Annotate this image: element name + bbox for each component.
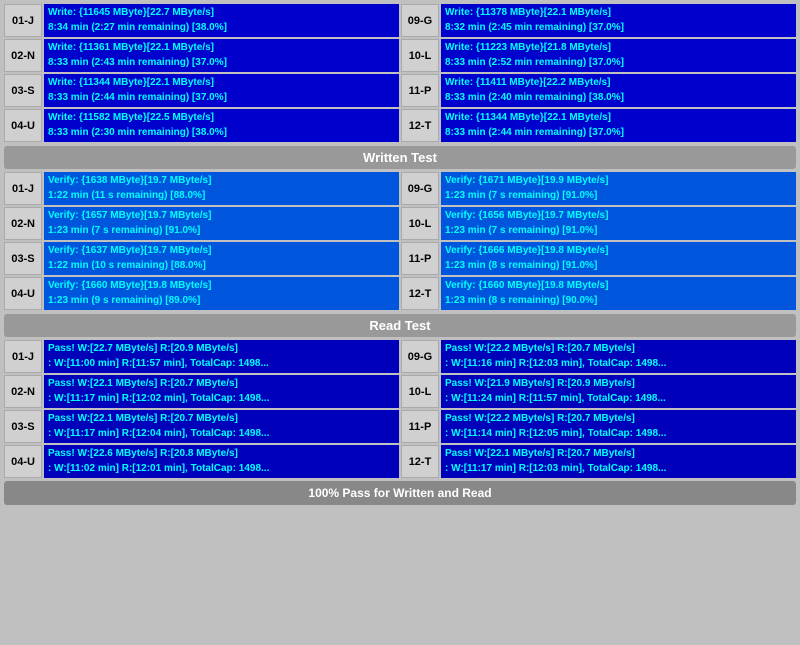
- pass-rows-label-3-right: 12-T: [401, 445, 439, 478]
- write-rows-content-0-right: Write: {11378 MByte}[22.1 MByte/s]8:32 m…: [441, 4, 796, 37]
- pass-rows-content-2-left: Pass! W:[22.1 MByte/s] R:[20.7 MByte/s]:…: [44, 410, 399, 443]
- pass-rows-row-2-right: 11-PPass! W:[22.2 MByte/s] R:[20.7 MByte…: [401, 410, 796, 443]
- pass-rows-label-0-right: 09-G: [401, 340, 439, 373]
- write-rows-label-1-left: 02-N: [4, 39, 42, 72]
- verify-rows-label-3-left: 04-U: [4, 277, 42, 310]
- bottom-bar: 100% Pass for Written and Read: [4, 481, 796, 505]
- verify-grid: 01-JVerify: {1638 MByte}[19.7 MByte/s]1:…: [4, 172, 796, 310]
- write-rows-label-0-left: 01-J: [4, 4, 42, 37]
- verify-rows-label-3-right: 12-T: [401, 277, 439, 310]
- verify-rows-row-3-right: 12-TVerify: {1660 MByte}[19.8 MByte/s]1:…: [401, 277, 796, 310]
- pass-rows-content-0-right: Pass! W:[22.2 MByte/s] R:[20.7 MByte/s]:…: [441, 340, 796, 373]
- write-rows-content-1-right: Write: {11223 MByte}[21.8 MByte/s]8:33 m…: [441, 39, 796, 72]
- pass-rows-content-1-right: Pass! W:[21.9 MByte/s] R:[20.9 MByte/s]:…: [441, 375, 796, 408]
- verify-rows-content-1-left: Verify: {1657 MByte}[19.7 MByte/s]1:23 m…: [44, 207, 399, 240]
- write-rows-content-0-left: Write: {11645 MByte}[22.7 MByte/s]8:34 m…: [44, 4, 399, 37]
- verify-rows-content-2-right: Verify: {1666 MByte}[19.8 MByte/s]1:23 m…: [441, 242, 796, 275]
- write-rows-row-2-right: 11-PWrite: {11411 MByte}[22.2 MByte/s]8:…: [401, 74, 796, 107]
- write-rows-label-2-left: 03-S: [4, 74, 42, 107]
- verify-rows-row-1-right: 10-LVerify: {1656 MByte}[19.7 MByte/s]1:…: [401, 207, 796, 240]
- verify-rows-label-2-left: 03-S: [4, 242, 42, 275]
- write-rows-label-0-right: 09-G: [401, 4, 439, 37]
- verify-rows-content-3-left: Verify: {1660 MByte}[19.8 MByte/s]1:23 m…: [44, 277, 399, 310]
- write-rows-label-3-left: 04-U: [4, 109, 42, 142]
- verify-rows-row-1-left: 02-NVerify: {1657 MByte}[19.7 MByte/s]1:…: [4, 207, 399, 240]
- pass-rows-content-3-left: Pass! W:[22.6 MByte/s] R:[20.8 MByte/s]:…: [44, 445, 399, 478]
- verify-rows-label-0-right: 09-G: [401, 172, 439, 205]
- pass-rows-row-0-left: 01-JPass! W:[22.7 MByte/s] R:[20.9 MByte…: [4, 340, 399, 373]
- verify-rows-row-3-left: 04-UVerify: {1660 MByte}[19.8 MByte/s]1:…: [4, 277, 399, 310]
- verify-rows-content-0-left: Verify: {1638 MByte}[19.7 MByte/s]1:22 m…: [44, 172, 399, 205]
- pass-rows-content-1-left: Pass! W:[22.1 MByte/s] R:[20.7 MByte/s]:…: [44, 375, 399, 408]
- verify-rows-label-1-left: 02-N: [4, 207, 42, 240]
- write-rows-row-3-right: 12-TWrite: {11344 MByte}[22.1 MByte/s]8:…: [401, 109, 796, 142]
- verify-rows-content-0-right: Verify: {1671 MByte}[19.9 MByte/s]1:23 m…: [441, 172, 796, 205]
- read-test-header: Read Test: [4, 314, 796, 337]
- verify-rows-content-3-right: Verify: {1660 MByte}[19.8 MByte/s]1:23 m…: [441, 277, 796, 310]
- verify-rows-content-2-left: Verify: {1637 MByte}[19.7 MByte/s]1:22 m…: [44, 242, 399, 275]
- pass-rows-label-0-left: 01-J: [4, 340, 42, 373]
- write-rows-label-3-right: 12-T: [401, 109, 439, 142]
- write-rows-content-1-left: Write: {11361 MByte}[22.1 MByte/s]8:33 m…: [44, 39, 399, 72]
- verify-section: 01-JVerify: {1638 MByte}[19.7 MByte/s]1:…: [4, 172, 796, 310]
- write-rows-row-0-right: 09-GWrite: {11378 MByte}[22.1 MByte/s]8:…: [401, 4, 796, 37]
- pass-grid: 01-JPass! W:[22.7 MByte/s] R:[20.9 MByte…: [4, 340, 796, 478]
- verify-rows-label-0-left: 01-J: [4, 172, 42, 205]
- write-rows-row-0-left: 01-JWrite: {11645 MByte}[22.7 MByte/s]8:…: [4, 4, 399, 37]
- pass-rows-label-3-left: 04-U: [4, 445, 42, 478]
- pass-rows-label-1-right: 10-L: [401, 375, 439, 408]
- verify-rows-label-2-right: 11-P: [401, 242, 439, 275]
- write-section: 01-JWrite: {11645 MByte}[22.7 MByte/s]8:…: [4, 4, 796, 142]
- write-rows-content-3-left: Write: {11582 MByte}[22.5 MByte/s]8:33 m…: [44, 109, 399, 142]
- verify-rows-row-2-right: 11-PVerify: {1666 MByte}[19.8 MByte/s]1:…: [401, 242, 796, 275]
- pass-rows-content-0-left: Pass! W:[22.7 MByte/s] R:[20.9 MByte/s]:…: [44, 340, 399, 373]
- verify-rows-label-1-right: 10-L: [401, 207, 439, 240]
- pass-rows-label-1-left: 02-N: [4, 375, 42, 408]
- write-grid: 01-JWrite: {11645 MByte}[22.7 MByte/s]8:…: [4, 4, 796, 142]
- write-rows-row-2-left: 03-SWrite: {11344 MByte}[22.1 MByte/s]8:…: [4, 74, 399, 107]
- pass-rows-row-1-right: 10-LPass! W:[21.9 MByte/s] R:[20.9 MByte…: [401, 375, 796, 408]
- pass-rows-label-2-left: 03-S: [4, 410, 42, 443]
- write-rows-content-2-right: Write: {11411 MByte}[22.2 MByte/s]8:33 m…: [441, 74, 796, 107]
- write-rows-content-2-left: Write: {11344 MByte}[22.1 MByte/s]8:33 m…: [44, 74, 399, 107]
- pass-section: 01-JPass! W:[22.7 MByte/s] R:[20.9 MByte…: [4, 340, 796, 478]
- pass-rows-content-2-right: Pass! W:[22.2 MByte/s] R:[20.7 MByte/s]:…: [441, 410, 796, 443]
- pass-rows-content-3-right: Pass! W:[22.1 MByte/s] R:[20.7 MByte/s]:…: [441, 445, 796, 478]
- write-rows-content-3-right: Write: {11344 MByte}[22.1 MByte/s]8:33 m…: [441, 109, 796, 142]
- verify-rows-content-1-right: Verify: {1656 MByte}[19.7 MByte/s]1:23 m…: [441, 207, 796, 240]
- verify-rows-row-0-left: 01-JVerify: {1638 MByte}[19.7 MByte/s]1:…: [4, 172, 399, 205]
- pass-rows-row-3-left: 04-UPass! W:[22.6 MByte/s] R:[20.8 MByte…: [4, 445, 399, 478]
- verify-rows-row-0-right: 09-GVerify: {1671 MByte}[19.9 MByte/s]1:…: [401, 172, 796, 205]
- main-container: 01-JWrite: {11645 MByte}[22.7 MByte/s]8:…: [0, 0, 800, 509]
- pass-rows-row-1-left: 02-NPass! W:[22.1 MByte/s] R:[20.7 MByte…: [4, 375, 399, 408]
- write-rows-row-3-left: 04-UWrite: {11582 MByte}[22.5 MByte/s]8:…: [4, 109, 399, 142]
- pass-rows-row-0-right: 09-GPass! W:[22.2 MByte/s] R:[20.7 MByte…: [401, 340, 796, 373]
- written-test-header: Written Test: [4, 146, 796, 169]
- pass-rows-label-2-right: 11-P: [401, 410, 439, 443]
- write-rows-label-2-right: 11-P: [401, 74, 439, 107]
- pass-rows-row-2-left: 03-SPass! W:[22.1 MByte/s] R:[20.7 MByte…: [4, 410, 399, 443]
- verify-rows-row-2-left: 03-SVerify: {1637 MByte}[19.7 MByte/s]1:…: [4, 242, 399, 275]
- write-rows-label-1-right: 10-L: [401, 39, 439, 72]
- write-rows-row-1-left: 02-NWrite: {11361 MByte}[22.1 MByte/s]8:…: [4, 39, 399, 72]
- pass-rows-row-3-right: 12-TPass! W:[22.1 MByte/s] R:[20.7 MByte…: [401, 445, 796, 478]
- write-rows-row-1-right: 10-LWrite: {11223 MByte}[21.8 MByte/s]8:…: [401, 39, 796, 72]
